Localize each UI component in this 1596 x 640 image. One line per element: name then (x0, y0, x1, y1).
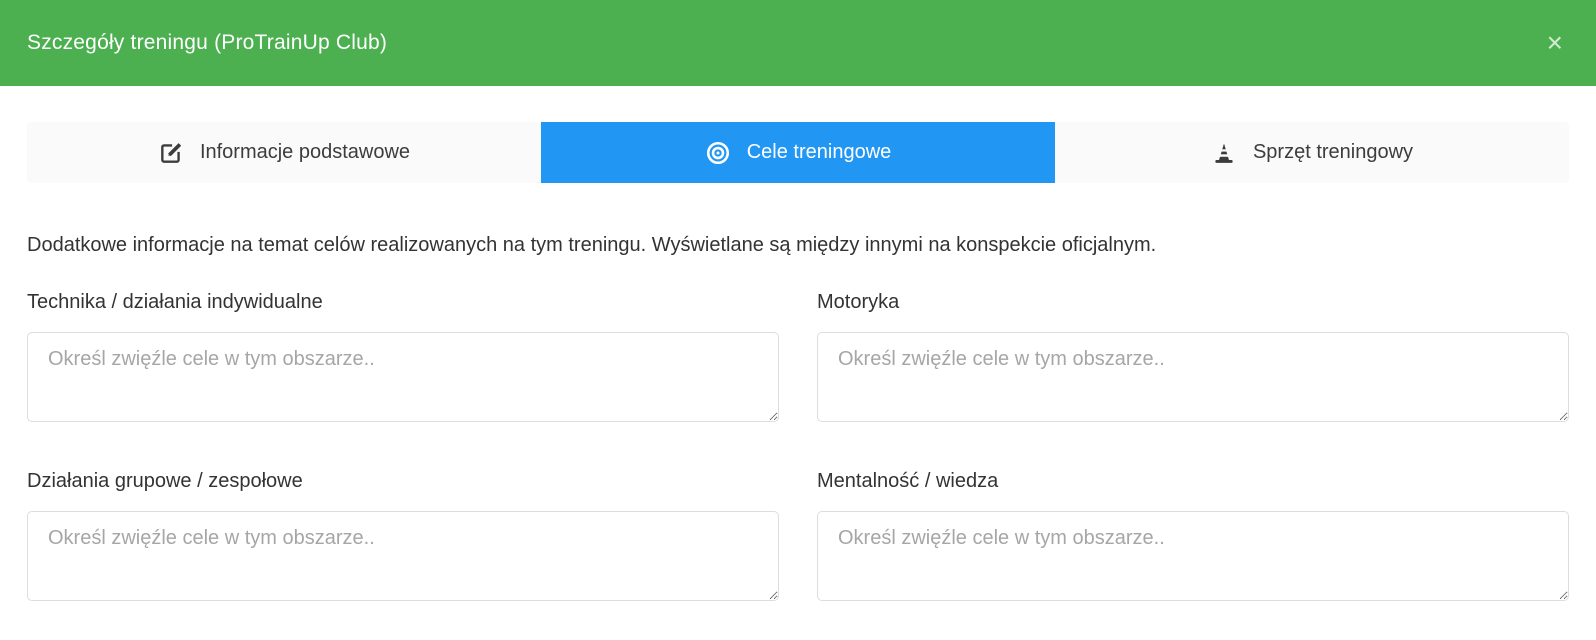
tab-label: Sprzęt treningowy (1253, 141, 1413, 164)
mentalnosc-textarea[interactable] (817, 511, 1569, 601)
goal-fields-grid: Technika / działania indywidualne Motory… (27, 291, 1569, 606)
close-icon[interactable]: × (1541, 25, 1569, 61)
field-label-mentalnosc: Mentalność / wiedza (817, 470, 1569, 493)
modal-header: Szczegóły treningu (ProTrainUp Club) × (0, 0, 1596, 86)
target-icon (705, 140, 731, 166)
panel-description: Dodatkowe informacje na temat celów real… (27, 233, 1569, 258)
cone-icon (1211, 140, 1237, 166)
tab-informacje-podstawowe[interactable]: Informacje podstawowe (27, 122, 541, 183)
tab-bar: Informacje podstawowe Cele treningowe Sp… (27, 122, 1569, 183)
motoryka-textarea[interactable] (817, 332, 1569, 422)
field-label-dzialania-grupowe: Działania grupowe / zespołowe (27, 470, 779, 493)
tab-label: Informacje podstawowe (200, 141, 410, 164)
modal-title: Szczegóły treningu (ProTrainUp Club) (27, 31, 387, 55)
edit-icon (158, 140, 184, 166)
field-dzialania-grupowe: Działania grupowe / zespołowe (27, 470, 779, 606)
tab-panel-cele-treningowe: Dodatkowe informacje na temat celów real… (0, 233, 1596, 606)
tab-sprzet-treningowy[interactable]: Sprzęt treningowy (1055, 122, 1569, 183)
field-mentalnosc: Mentalność / wiedza (817, 470, 1569, 606)
tab-label: Cele treningowe (747, 141, 892, 164)
field-label-technika: Technika / działania indywidualne (27, 291, 779, 314)
dzialania-grupowe-textarea[interactable] (27, 511, 779, 601)
technika-textarea[interactable] (27, 332, 779, 422)
field-technika: Technika / działania indywidualne (27, 291, 779, 427)
tab-cele-treningowe[interactable]: Cele treningowe (541, 122, 1055, 183)
field-label-motoryka: Motoryka (817, 291, 1569, 314)
field-motoryka: Motoryka (817, 291, 1569, 427)
